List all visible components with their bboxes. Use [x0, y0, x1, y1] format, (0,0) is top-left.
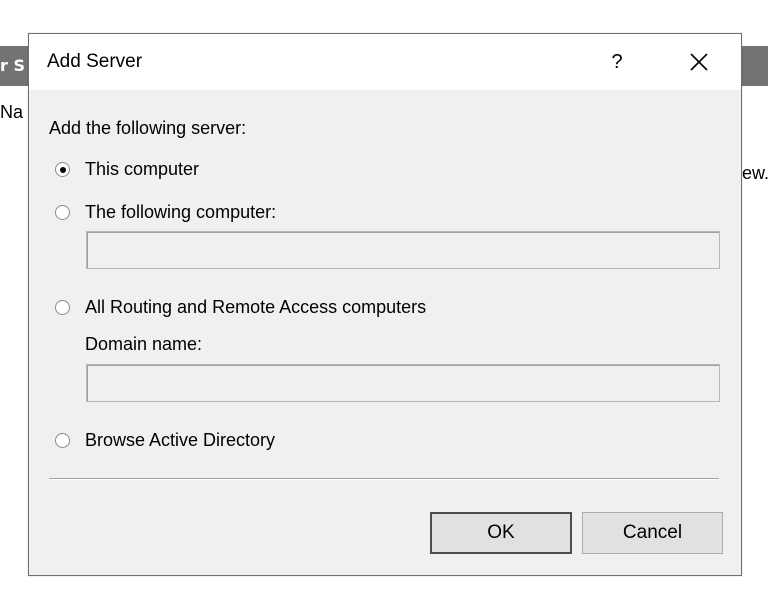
close-icon [690, 53, 708, 71]
radio-button-selected[interactable] [55, 162, 70, 177]
domain-name-label: Domain name: [85, 334, 203, 354]
background-window-title: r S [0, 56, 25, 75]
radio-following-computer-label: The following computer: [85, 202, 277, 222]
close-button[interactable] [673, 44, 725, 80]
background-text-left: Na [0, 102, 24, 122]
radio-browse-ad-label: Browse Active Directory [85, 430, 276, 450]
radio-button[interactable] [55, 433, 70, 448]
following-computer-input[interactable] [86, 231, 720, 269]
ok-button[interactable]: OK [430, 512, 572, 554]
radio-button[interactable] [55, 300, 70, 315]
dialog-title: Add Server [47, 51, 143, 72]
domain-name-input[interactable] [86, 364, 720, 402]
add-server-dialog: Add Server ? Add the following server: T… [28, 33, 742, 576]
cancel-button[interactable]: Cancel [582, 512, 723, 554]
divider [49, 478, 719, 480]
background-text-right: ew. [742, 163, 768, 183]
intro-label: Add the following server: [49, 118, 247, 138]
dialog-titlebar[interactable]: Add Server ? [29, 34, 741, 90]
radio-button[interactable] [55, 205, 70, 220]
radio-all-routing-label: All Routing and Remote Access computers [85, 297, 427, 317]
help-button[interactable]: ? [595, 44, 639, 80]
radio-this-computer-label: This computer [85, 159, 200, 179]
